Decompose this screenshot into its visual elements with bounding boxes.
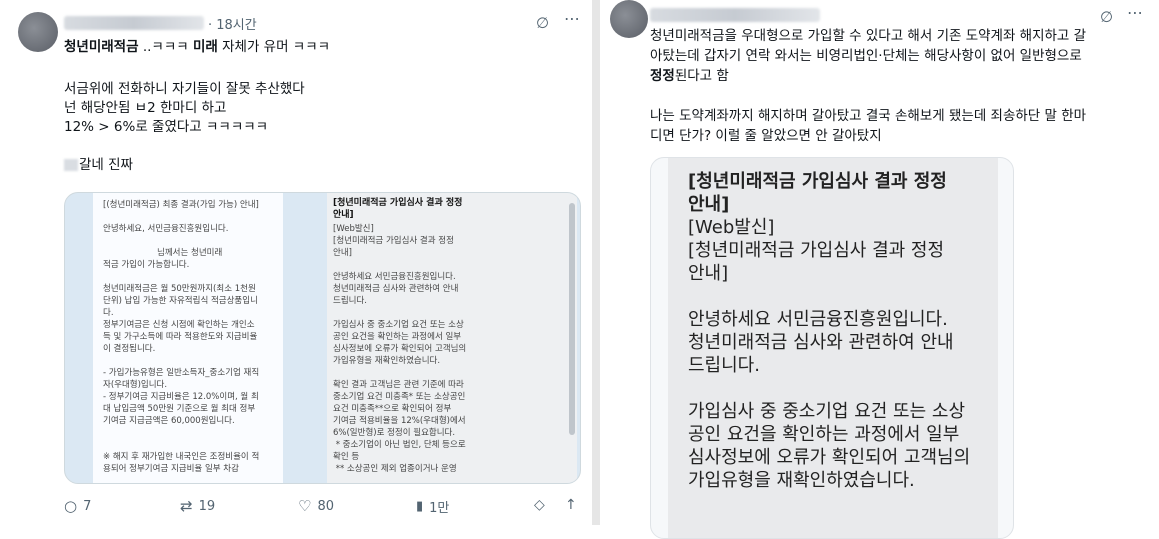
left-post: · 18시간 ∅ ⋯ 청년미래적금 ..ㅋㅋㅋ 미래 자체가 유머 ㅋㅋㅋ 서금… bbox=[0, 0, 592, 525]
bookmark-icon: ◇ bbox=[534, 497, 545, 513]
right-line-5: 디면 단가? 이럴 줄 알았으면 안 갈아탔지 bbox=[650, 128, 882, 144]
post-time[interactable]: · 18시간 bbox=[208, 14, 257, 33]
post-line-1: 청년미래적금 ..ㅋㅋㅋ 미래 자체가 유머 ㅋㅋㅋ bbox=[64, 38, 330, 57]
views-icon: ▮ bbox=[416, 499, 424, 514]
avatar[interactable] bbox=[18, 12, 58, 52]
repost-button[interactable]: ⇄ 19 bbox=[180, 497, 215, 515]
grok-icon[interactable]: ∅ bbox=[1100, 10, 1113, 25]
right-line-3-text: 된다고 함 bbox=[674, 68, 729, 84]
grok-icon[interactable]: ∅ bbox=[536, 16, 549, 31]
post-line-5-text: 갈네 진짜 bbox=[79, 157, 133, 173]
share-icon: ↑ bbox=[565, 497, 577, 513]
views-button[interactable]: ▮ 1만 bbox=[416, 497, 449, 516]
right-line-1: 청년미래적금을 우대형으로 가입할 수 있다고 해서 기존 도약계좌 해지하고 … bbox=[650, 28, 1087, 44]
message-body: [Web발신] [청년미래적금 가입심사 결과 정정 안내] 안녕하세요 서민금… bbox=[688, 217, 971, 491]
reply-count: 7 bbox=[83, 498, 92, 514]
post-strong-1: 청년미래적금 bbox=[64, 39, 139, 55]
media-scrollbar[interactable] bbox=[569, 203, 575, 435]
message-title: [청년미래적금 가입심사 결과 정정 안내] bbox=[688, 171, 947, 215]
bookmark-button[interactable]: ◇ bbox=[534, 497, 545, 513]
views-count: 1만 bbox=[429, 501, 450, 516]
repost-count: 19 bbox=[198, 498, 216, 514]
media-screenshot-1: [(청년미래적금) 최종 결과(가입 가능) 안내] 안녕하세요, 서민금융진흥… bbox=[93, 193, 283, 483]
blurred-username[interactable] bbox=[64, 16, 204, 30]
like-button[interactable]: ♡ 80 bbox=[298, 497, 334, 515]
reply-button[interactable]: ○ 7 bbox=[64, 497, 91, 515]
post-text-1b: 자체가 유머 ㅋㅋㅋ bbox=[217, 39, 331, 55]
media-left-text: [(청년미래적금) 최종 결과(가입 가능) 안내] 안녕하세요, 서민금융진흥… bbox=[103, 200, 260, 474]
share-button[interactable]: ↑ bbox=[565, 497, 577, 513]
message-bubble: [청년미래적금 가입심사 결과 정정 안내] [Web발신] [청년미래적금 가… bbox=[668, 158, 998, 538]
like-count: 80 bbox=[317, 498, 334, 514]
more-icon[interactable]: ⋯ bbox=[564, 11, 580, 27]
post-strong-2: 미래 bbox=[192, 39, 218, 55]
more-icon[interactable]: ⋯ bbox=[1127, 5, 1143, 21]
reply-icon: ○ bbox=[64, 497, 78, 515]
media-right-title: [청년미래적금 가입심사 결과 정정 안내] bbox=[333, 198, 463, 220]
post-text-1a: ..ㅋㅋㅋ bbox=[138, 39, 193, 55]
blurred-username[interactable] bbox=[650, 8, 820, 22]
right-strong: 정정 bbox=[650, 68, 675, 84]
repost-icon: ⇄ bbox=[180, 497, 193, 515]
panel-divider bbox=[592, 0, 600, 525]
post-line-3: 넌 해당안됨 ㅂ2 한마디 하고 bbox=[64, 100, 227, 116]
post-line-4: 12% > 6%로 줄였다고 ㅋㅋㅋㅋㅋ bbox=[64, 119, 269, 135]
right-line-3: 정정된다고 함 bbox=[650, 67, 729, 86]
post-line-2: 서금위에 전화하니 자기들이 잘못 추산했다 bbox=[64, 81, 305, 97]
right-line-4: 나는 도약계좌까지 해지하며 갈아탔고 결국 손해보게 됐는데 죄송하단 말 한… bbox=[650, 108, 1087, 124]
media-right-text: [Web발신] [청년미래적금 가입심사 결과 정정 안내] 안녕하세요 서민금… bbox=[333, 224, 467, 474]
post-line-5: 갈네 진짜 bbox=[64, 156, 133, 175]
blurred-word bbox=[64, 159, 78, 171]
post-media[interactable]: [(청년미래적금) 최종 결과(가입 가능) 안내] 안녕하세요, 서민금융진흥… bbox=[64, 192, 581, 484]
heart-icon: ♡ bbox=[298, 497, 312, 515]
avatar[interactable] bbox=[610, 0, 648, 38]
right-line-2: 아탔는데 갑자기 연락 와서는 비영리법인·단체는 해당사항이 없어 일반형으로 bbox=[650, 48, 1082, 64]
media-screenshot-2: [청년미래적금 가입심사 결과 정정 안내] [Web발신] [청년미래적금 가… bbox=[327, 193, 577, 483]
right-media[interactable]: [청년미래적금 가입심사 결과 정정 안내] [Web발신] [청년미래적금 가… bbox=[650, 157, 1014, 539]
